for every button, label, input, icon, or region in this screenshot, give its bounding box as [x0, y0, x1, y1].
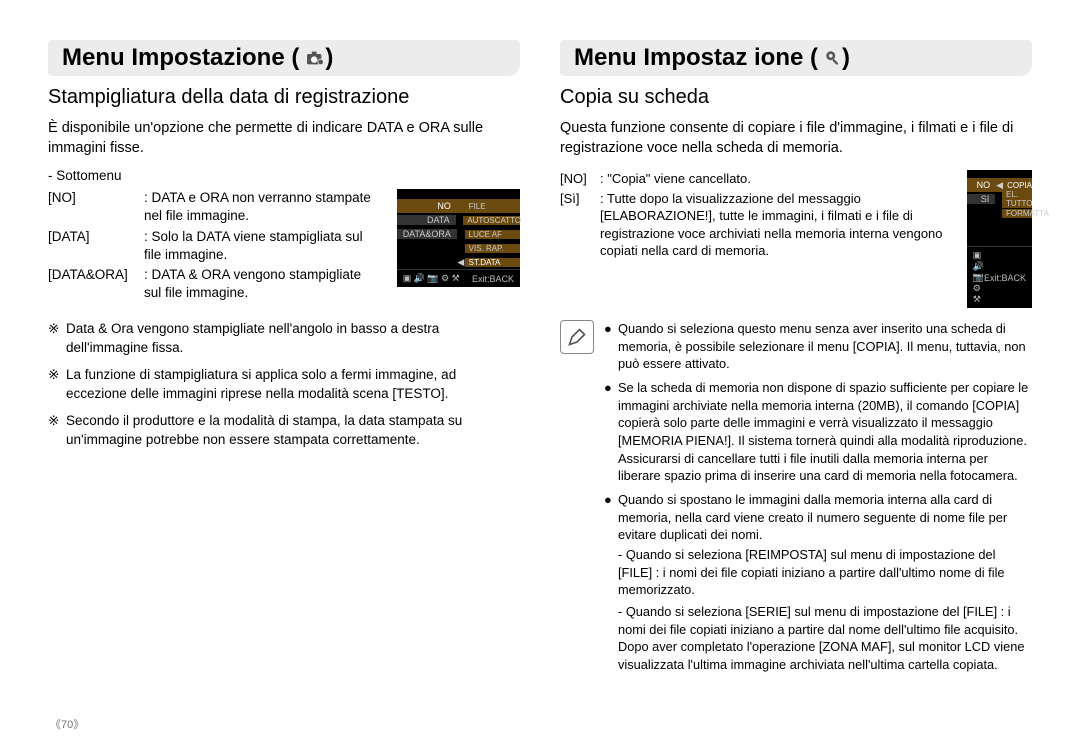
triangle-left-icon: ◀	[996, 180, 1003, 191]
opt-both-val: : DATA & ORA vengono stampigliate sul fi…	[144, 266, 381, 302]
lcd-r-icons: ▣ 🔊 📷 ⚙ ⚒	[973, 250, 984, 305]
submenu-label: - Sottomenu	[48, 168, 520, 183]
opt-si-val-r: : Tutte dopo la visualizzazione del mess…	[600, 190, 951, 260]
lcd-r-r2l: SI	[967, 194, 995, 204]
right-header-title: Menu Impostaz ione (	[574, 44, 818, 72]
opt-both-key: [DATA&ORA]	[48, 266, 144, 302]
lcd-r-r1l: NO	[967, 180, 996, 190]
opt-si-key-r: [Sì]	[560, 190, 600, 260]
opt-no-key: [NO]	[48, 189, 144, 225]
note-2: Se la scheda di memoria non dispone di s…	[618, 379, 1032, 485]
right-intro: Questa funzione consente di copiare i fi…	[560, 119, 1032, 158]
opt-no-val-r: : "Copia" viene cancellato.	[600, 170, 951, 188]
note-1: Quando si seleziona questo menu senza av…	[618, 320, 1032, 373]
lcd-r-r1r: COPIA	[1003, 181, 1032, 190]
lcd-r-r2r: EL. TUTTO	[1002, 190, 1032, 208]
wrench-gear-icon	[824, 49, 842, 67]
right-header-close: )	[842, 44, 850, 72]
right-lcd-preview: NO ◀ COPIA SI EL. TUTTO FORMATTA ▣ 🔊 📷 ⚙…	[967, 170, 1032, 308]
left-header-title: Menu Impostazione (	[62, 44, 299, 72]
left-section-title: Stampigliatura della data di registrazio…	[48, 86, 520, 109]
lcd-r-exit: Exit:BACK	[984, 273, 1026, 283]
bullet-3: Secondo il produttore e la modalità di s…	[66, 412, 520, 450]
camera-gear-icon	[305, 50, 325, 66]
lcd-l-r4r: VIS. RAP.	[465, 244, 520, 253]
lcd-l-r5m: ◀	[457, 257, 465, 268]
right-notes: ●Quando si seleziona questo menu senza a…	[604, 320, 1032, 683]
bullet-2: La funzione di stampigliatura si applica…	[66, 366, 520, 404]
lcd-l-r1r: FILE	[465, 202, 520, 211]
lcd-l-exit: Exit:BACK	[472, 274, 514, 284]
lcd-l-r5r: ST.DATA	[465, 258, 520, 267]
lcd-l-r2l: DATA	[397, 215, 456, 225]
lcd-r-r3r: FORMATTA	[1002, 209, 1032, 218]
right-option-list: [NO] : "Copia" viene cancellato. [Sì] : …	[560, 170, 951, 262]
left-bullets: ※Data & Ora vengono stampigliate nell'an…	[48, 320, 520, 449]
left-column: Menu Impostazione ( ) Stampigliatura del…	[48, 40, 520, 684]
lcd-l-r1l: NO	[397, 201, 457, 211]
left-intro: È disponibile un'opzione che permette di…	[48, 119, 520, 158]
left-header-close: )	[325, 44, 333, 72]
note-3-sub2: - Quando si seleziona [SERIE] sul menu d…	[618, 603, 1032, 674]
right-column: Menu Impostaz ione ( ) Copia su scheda Q…	[560, 40, 1032, 684]
lcd-l-r3l: DATA&ORA	[397, 229, 457, 239]
lcd-l-r2r: AUTOSCATTO	[463, 216, 520, 225]
opt-data-val: : Solo la DATA viene stampigliata sul fi…	[144, 228, 381, 264]
right-section-title: Copia su scheda	[560, 86, 1032, 109]
lcd-l-icons: ▣ 🔊 📷 ⚙ ⚒	[403, 273, 460, 284]
lcd-l-r3r: LUCE AF	[465, 230, 520, 239]
page-number: 《70》	[50, 716, 84, 732]
right-header: Menu Impostaz ione ( )	[560, 40, 1032, 76]
left-lcd-preview: NO FILE DATA AUTOSCATTO DATA&ORA LUCE AF	[397, 189, 520, 287]
left-header: Menu Impostazione ( )	[48, 40, 520, 76]
bullet-1: Data & Ora vengono stampigliate nell'ang…	[66, 320, 520, 358]
note-3-sub1: - Quando si seleziona [REIMPOSTA] sul me…	[618, 546, 1032, 599]
left-option-list: [NO] : DATA e ORA non verranno stampate …	[48, 189, 381, 304]
note-pencil-icon	[560, 320, 594, 354]
note-3: Quando si spostano le immagini dalla mem…	[618, 491, 1032, 544]
opt-data-key: [DATA]	[48, 228, 144, 264]
opt-no-val: : DATA e ORA non verranno stampate nel f…	[144, 189, 381, 225]
opt-no-key-r: [NO]	[560, 170, 600, 188]
